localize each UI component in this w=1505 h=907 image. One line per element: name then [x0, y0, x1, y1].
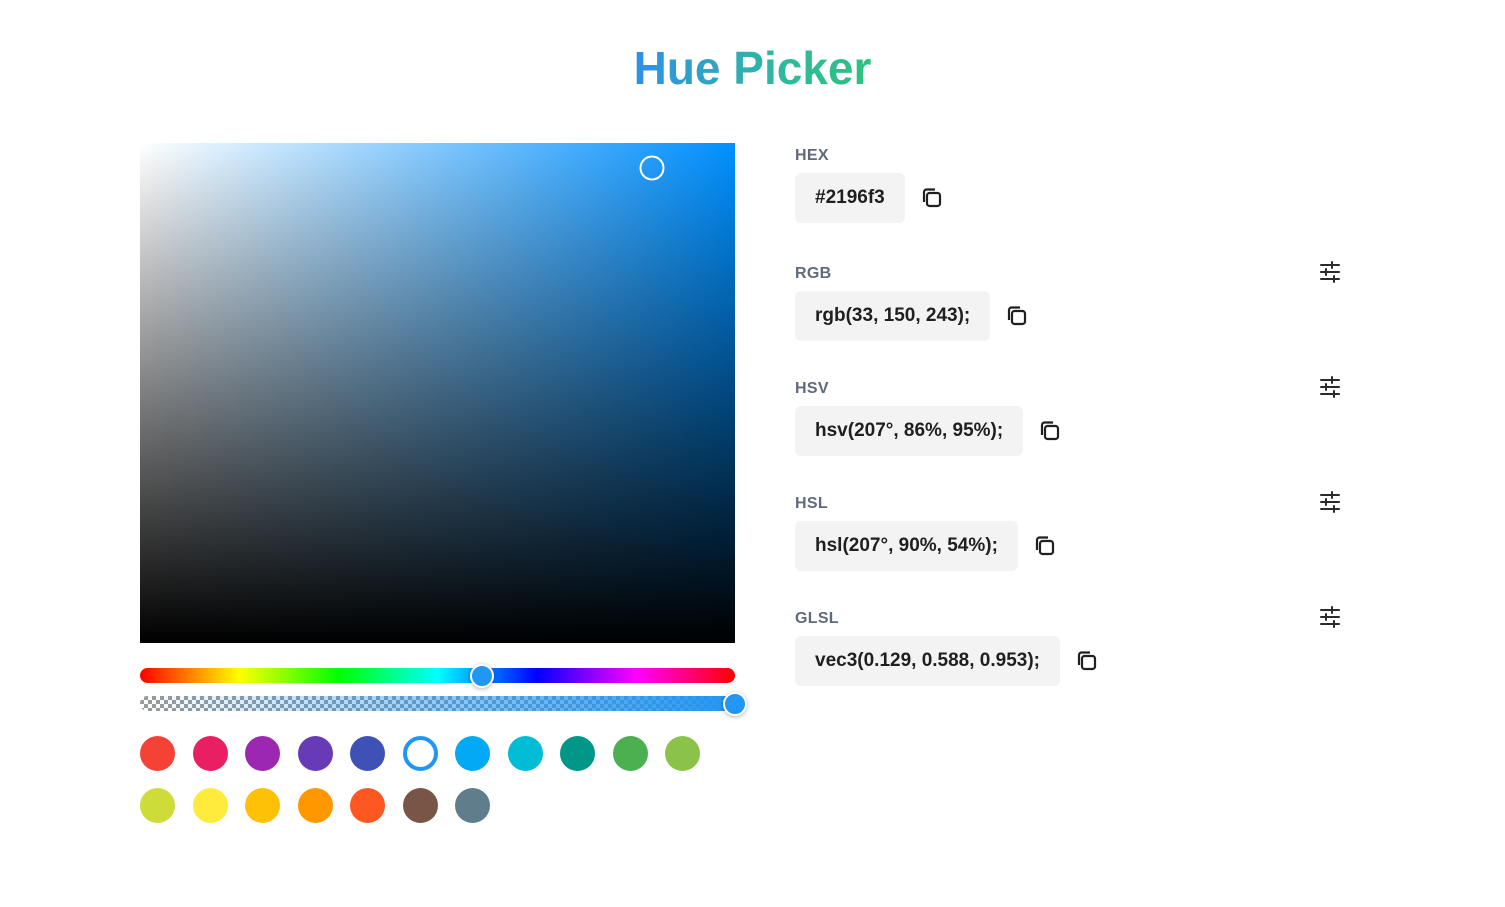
- format-label: HEX: [795, 147, 829, 164]
- color-swatch[interactable]: [245, 736, 280, 771]
- saturation-value-area[interactable]: [140, 143, 735, 643]
- copy-icon[interactable]: [1002, 301, 1032, 331]
- color-swatch[interactable]: [402, 788, 438, 823]
- color-swatch[interactable]: [665, 736, 700, 771]
- color-swatch[interactable]: [507, 736, 543, 771]
- format-label: HSV: [795, 380, 829, 397]
- color-swatch[interactable]: [350, 736, 385, 771]
- tune-icon[interactable]: [1317, 259, 1343, 285]
- color-swatch[interactable]: [140, 788, 175, 823]
- color-swatch[interactable]: [455, 788, 490, 823]
- tune-icon[interactable]: [1317, 604, 1343, 630]
- color-swatch[interactable]: [245, 788, 280, 823]
- color-swatch[interactable]: [297, 736, 333, 771]
- format-value-field[interactable]: vec3(0.129, 0.588, 0.953);: [795, 636, 1061, 686]
- color-swatch[interactable]: [192, 788, 228, 823]
- format-value-field[interactable]: #2196f3: [795, 173, 905, 223]
- format-label: RGB: [795, 265, 832, 282]
- hue-slider[interactable]: [140, 663, 735, 688]
- alpha-gradient: [140, 696, 735, 711]
- format-label: HSL: [795, 495, 828, 512]
- color-swatch[interactable]: [140, 736, 175, 771]
- alpha-slider-handle[interactable]: [723, 691, 747, 716]
- format-value-field[interactable]: hsv(207°, 86%, 95%);: [795, 406, 1024, 456]
- color-swatch[interactable]: [455, 736, 490, 771]
- color-swatch[interactable]: [560, 736, 595, 771]
- saturation-value-handle[interactable]: [639, 155, 665, 181]
- format-value-field[interactable]: rgb(33, 150, 243);: [795, 291, 991, 341]
- copy-icon[interactable]: [917, 183, 947, 213]
- format-label: GLSL: [795, 610, 839, 627]
- format-value-field[interactable]: hsl(207°, 90%, 54%);: [795, 521, 1018, 571]
- copy-icon[interactable]: [1030, 531, 1060, 561]
- color-swatch[interactable]: [297, 788, 333, 823]
- value-gradient: [140, 143, 735, 643]
- color-swatch[interactable]: [192, 736, 228, 771]
- copy-icon[interactable]: [1072, 646, 1102, 676]
- tune-icon[interactable]: [1317, 374, 1343, 400]
- tune-icon[interactable]: [1317, 489, 1343, 515]
- alpha-slider[interactable]: [140, 691, 747, 716]
- color-swatch[interactable]: [612, 736, 648, 771]
- page-title: Hue Picker: [633, 42, 872, 94]
- copy-icon[interactable]: [1035, 416, 1065, 446]
- color-swatch[interactable]: [350, 788, 385, 823]
- hue-slider-handle[interactable]: [470, 663, 495, 688]
- color-swatch[interactable]: [402, 736, 438, 771]
